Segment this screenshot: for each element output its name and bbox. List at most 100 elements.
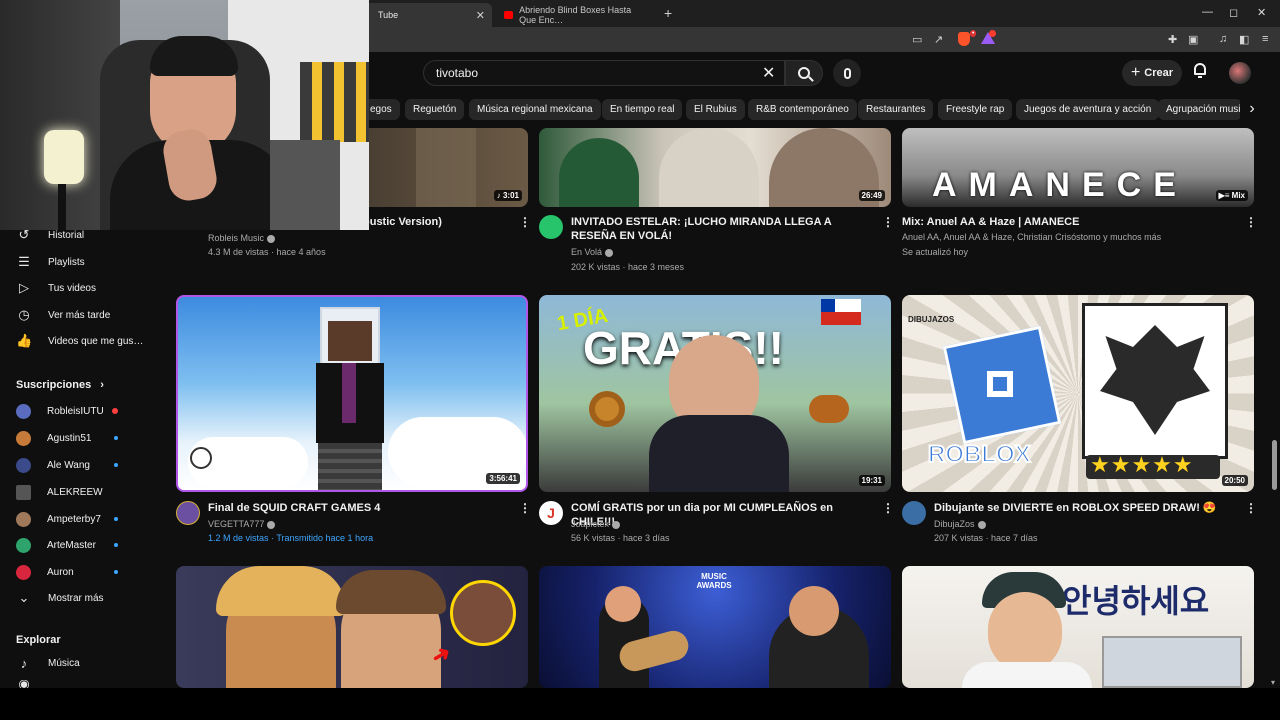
- music-icon: ♪: [20, 655, 28, 671]
- share-icon[interactable]: ↗: [934, 33, 943, 46]
- more-options-icon[interactable]: ⋮: [882, 215, 894, 229]
- extensions-icon[interactable]: ✚: [1168, 33, 1177, 46]
- channel-name[interactable]: En Volá: [571, 245, 614, 259]
- channel-name[interactable]: Joapictex: [571, 517, 621, 531]
- verified-icon: [605, 248, 614, 257]
- channel-name[interactable]: Anuel AA, Anuel AA & Haze, Christian Cri…: [902, 230, 1161, 244]
- sidebar-item-label: Auron: [47, 566, 74, 578]
- more-options-icon[interactable]: ⋮: [519, 501, 531, 515]
- sidebar-item-watch-later[interactable]: ◷ Ver más tarde: [16, 305, 110, 325]
- video-thumbnail[interactable]: AMANECE ▶≡ Mix: [902, 128, 1254, 207]
- tab-label: Tube: [378, 10, 399, 20]
- scrollbar-thumb[interactable]: [1272, 440, 1277, 490]
- close-window-button[interactable]: ✕: [1257, 6, 1266, 19]
- scrollbar-track[interactable]: [1271, 128, 1279, 688]
- scroll-down-arrow[interactable]: ▾: [1271, 678, 1275, 687]
- subscriptions-heading[interactable]: Suscripciones ›: [16, 379, 104, 391]
- chip[interactable]: Reguetón: [405, 99, 465, 120]
- search-box[interactable]: [423, 60, 785, 86]
- sidebar-item-your-videos[interactable]: ▷ Tus videos: [16, 278, 96, 298]
- video-thumbnail[interactable]: 1 DÍA GRATIS!! 19:31: [539, 295, 891, 492]
- channel-avatar: [16, 457, 31, 473]
- sidebar-item-partial[interactable]: ◉: [16, 680, 32, 688]
- sidebar-item-label: Ale Wang: [47, 459, 90, 471]
- sidebar-item-sub[interactable]: ArteMaster: [16, 535, 96, 555]
- watch-later-icon: ◷: [18, 307, 30, 322]
- channel-name[interactable]: Robleis Music: [208, 231, 276, 245]
- search-button[interactable]: [785, 60, 823, 86]
- webcam-overlay: [0, 0, 369, 230]
- verified-icon: [267, 520, 276, 529]
- voice-search-button[interactable]: [833, 59, 861, 87]
- sidebar-item-label: Historial: [48, 229, 85, 241]
- wallet-icon[interactable]: ▣: [1188, 33, 1198, 46]
- channel-avatar[interactable]: [539, 215, 563, 239]
- your-videos-icon: ▷: [19, 280, 29, 295]
- more-options-icon[interactable]: ⋮: [1245, 501, 1257, 515]
- sidebar-item-label: ArteMaster: [47, 539, 96, 551]
- maximize-button[interactable]: ◻: [1229, 6, 1238, 19]
- video-thumbnail[interactable]: DIBUJAZOS ROBLOX ★★★★★ 20:50: [902, 295, 1254, 492]
- chip[interactable]: Música regional mexicana: [469, 99, 601, 120]
- avatar[interactable]: [1229, 62, 1251, 84]
- video-stats: Se actualizó hoy: [902, 247, 969, 257]
- sidebar-item-sub[interactable]: Ale Wang: [16, 455, 90, 475]
- close-tab-icon[interactable]: ✕: [476, 9, 485, 22]
- channel-avatar[interactable]: [902, 501, 926, 525]
- search-input[interactable]: [436, 66, 756, 80]
- channel-avatar: [16, 537, 31, 553]
- channel-name[interactable]: DibujaZos: [934, 517, 986, 531]
- tab-blind-boxes[interactable]: Abriendo Blind Boxes Hasta Que Enc…: [494, 3, 660, 27]
- chip[interactable]: Juegos de aventura y acción: [1016, 99, 1160, 120]
- video-title[interactable]: …oustic Version): [352, 215, 512, 229]
- chip[interactable]: En tiempo real: [602, 99, 683, 120]
- verified-icon: [977, 520, 986, 529]
- chevron-right-icon[interactable]: ›: [1240, 97, 1264, 121]
- chip[interactable]: Agrupación music…: [1158, 99, 1242, 120]
- sidebar-toggle-icon[interactable]: ◧: [1239, 33, 1249, 46]
- sidebar-item-liked[interactable]: 👍 Videos que me gus…: [16, 331, 143, 351]
- video-stats: 56 K vistas · hace 3 días: [571, 533, 670, 543]
- bell-icon[interactable]: [1193, 63, 1207, 78]
- video-title[interactable]: Final de SQUID CRAFT GAMES 4: [208, 501, 508, 515]
- sidebar-item-sub[interactable]: ALEKREEW: [16, 482, 103, 502]
- media-icon[interactable]: ♫: [1219, 33, 1227, 45]
- sidebar-item-playlists[interactable]: ☰ Playlists: [16, 252, 85, 272]
- thumb-roblox-text: ROBLOX: [927, 440, 1032, 469]
- video-title[interactable]: Dibujante se DIVIERTE en ROBLOX SPEED DR…: [934, 501, 1234, 515]
- sidebar-item-music[interactable]: ♪ Música: [16, 653, 80, 673]
- video-thumbnail[interactable]: 3:56:41: [176, 295, 528, 492]
- chip[interactable]: Freestyle rap: [938, 99, 1013, 120]
- video-thumbnail[interactable]: ➜: [176, 566, 528, 688]
- new-tab-button[interactable]: +: [664, 5, 672, 21]
- minimize-button[interactable]: —: [1202, 6, 1213, 18]
- video-title[interactable]: INVITADO ESTELAR: ¡LUCHO MIRANDA LLEGA A…: [571, 215, 871, 243]
- video-thumbnail[interactable]: MUSIC AWARDS: [539, 566, 891, 688]
- verified-icon: [267, 234, 276, 243]
- cast-icon[interactable]: ▭: [912, 33, 922, 46]
- menu-icon[interactable]: ≡: [1262, 33, 1268, 45]
- chip[interactable]: El Rubius: [686, 99, 745, 120]
- channel-name[interactable]: VEGETTA777: [208, 517, 276, 531]
- create-label: Crear: [1144, 67, 1174, 79]
- sidebar-item-sub[interactable]: RobleisIUTU: [16, 401, 104, 421]
- mic-icon: [843, 67, 851, 79]
- chip[interactable]: Restaurantes: [858, 99, 934, 120]
- more-options-icon[interactable]: ⋮: [519, 215, 531, 229]
- more-options-icon[interactable]: ⋮: [882, 501, 894, 515]
- video-title[interactable]: Mix: Anuel AA & Haze | AMANECE: [902, 215, 1222, 229]
- sidebar-item-sub[interactable]: Ampeterby7: [16, 509, 101, 529]
- sidebar-item-sub[interactable]: Auron: [16, 562, 74, 582]
- sidebar-item-sub[interactable]: Agustin51: [16, 428, 91, 448]
- sidebar-item-label: Playlists: [48, 256, 85, 268]
- channel-avatar[interactable]: J: [539, 501, 563, 525]
- create-button[interactable]: + Crear: [1122, 60, 1182, 86]
- video-thumbnail[interactable]: 26:49: [539, 128, 891, 207]
- brave-shields-icon[interactable]: [958, 32, 970, 46]
- sidebar-item-show-more[interactable]: ⌄ Mostrar más: [16, 588, 104, 608]
- more-options-icon[interactable]: ⋮: [1245, 215, 1257, 229]
- chip[interactable]: R&B contemporáneo: [748, 99, 857, 120]
- clear-icon[interactable]: ✕: [762, 63, 775, 83]
- video-thumbnail[interactable]: 안녕하세요: [902, 566, 1254, 688]
- channel-avatar[interactable]: [176, 501, 200, 525]
